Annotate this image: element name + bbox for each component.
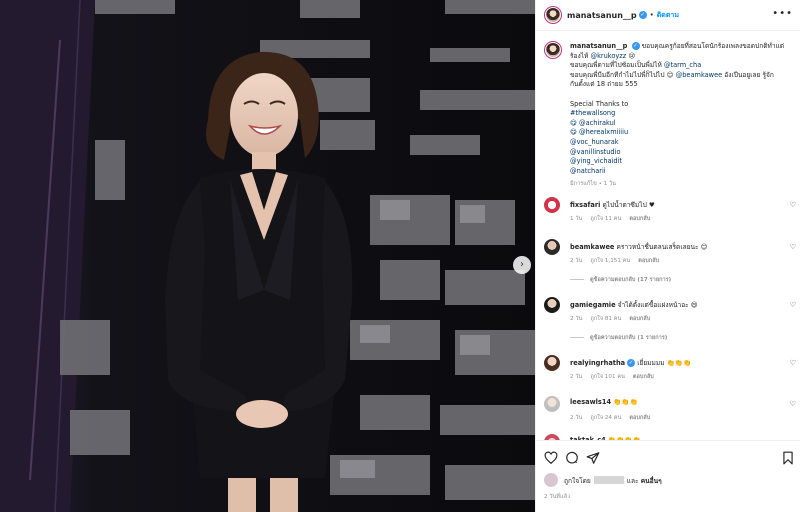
comment-time: 2 วัน [570, 316, 583, 322]
likes-prefix: ถูกใจโดย [564, 476, 591, 485]
mention-link[interactable]: @voc_hunarak [570, 138, 792, 148]
caption-line-4: ขอบคุณพี่บีมอีกทีกำไม่ไปพี่ก็ไปไป [570, 70, 667, 79]
comment-time: 2 วัน [570, 258, 583, 264]
follow-button[interactable]: ติดตาม [657, 10, 679, 21]
caption-line-3: ขอบคุณพี่ตามที่ไปซ้อมเป็นพี่ม่ไห้ [570, 61, 664, 70]
heart-icon[interactable]: ♡ [790, 400, 796, 408]
comment-text: 👏👏👏 [611, 398, 638, 406]
hashtag-link[interactable]: #thewallsong [570, 109, 792, 119]
mention-link[interactable]: @krukoyzz [590, 52, 626, 60]
post-side-panel: manatsanun__p ✓ • ติดตาม ••• manatsanun_… [535, 0, 800, 512]
header-username[interactable]: manatsanun__p [567, 11, 637, 20]
post-date: 2 วันที่แล้ว [544, 494, 571, 500]
mention-link[interactable]: @ying_vichaidit [570, 157, 792, 167]
comment-username[interactable]: realyingrhatha [570, 359, 625, 367]
view-replies-button[interactable]: ดูข้อความตอบกลับ (17 รายการ) [570, 276, 671, 284]
avatar[interactable] [544, 6, 562, 24]
caption-timestamp: มีการแก้ไข • 1 วัน [570, 181, 617, 188]
comment-text: จำได้ตั้งแต่ขื้อแผ่งหน้าอะ 😄 [615, 301, 698, 309]
send-icon[interactable] [586, 451, 600, 465]
bookmark-icon[interactable] [781, 451, 795, 465]
caption-line-4-tail: อังเปีนอยูเลย รู้จัก [722, 70, 774, 79]
carousel-next-button[interactable]: › [513, 256, 531, 274]
comment-username[interactable]: leesawls14 [570, 398, 611, 406]
chevron-right-icon: › [520, 259, 524, 270]
avatar[interactable] [544, 297, 560, 313]
comment-like-count[interactable]: ถูกใจ 11 คน [590, 216, 621, 222]
caption-line-1: ขอบคุณครูก้อยที่สอนโดนักร้องเพลงขอดปกติท… [641, 42, 785, 50]
comment-username[interactable]: gamiegamie [570, 301, 616, 309]
comment-text: ดูไปน้ำตาซึมไป ♥ [600, 201, 655, 209]
comments-scroll-area[interactable]: manatsanun__p ✓ ขอบคุณครูก้อยที่สอนโดนัก… [536, 31, 800, 440]
reply-button[interactable]: ตอบกลับ [638, 258, 659, 264]
comment-time: 2 วัน [570, 374, 583, 380]
comment-icon[interactable] [565, 451, 579, 465]
reply-button[interactable]: ตอบกลับ [629, 415, 650, 421]
comment-time: 1 วัน [570, 216, 583, 222]
caption-avatar[interactable] [544, 41, 562, 59]
mention-link[interactable]: 😋 @achirakul [570, 119, 792, 129]
verified-badge-icon: ✓ [638, 11, 647, 19]
heart-icon[interactable]: ♡ [790, 359, 796, 367]
heart-icon[interactable]: ♡ [790, 243, 796, 251]
heart-icon[interactable]: ♡ [790, 201, 796, 209]
caption-username[interactable]: manatsanun__p [570, 42, 627, 50]
mention-link[interactable]: @natcharii [570, 167, 792, 177]
likes-and: และ [626, 476, 639, 485]
comment-text: เยี่ยมมมม 👏👏👏 [635, 359, 692, 367]
separator-dot: • [649, 11, 654, 19]
likes-others[interactable]: คนอื่นๆ [641, 475, 662, 486]
comment-text: คราวหน้าชื่นตลนเสร็ดเลยนะ 😊 [614, 243, 708, 251]
comment-like-count[interactable]: ถูกใจ 81 คน [590, 316, 621, 322]
verified-badge-icon: ✓ [631, 42, 640, 50]
instagram-post: › manatsanun__p ✓ • ติดตาม ••• manatsanu… [0, 0, 800, 512]
caption-body: manatsanun__p ✓ ขอบคุณครูก้อยที่สอนโดนัก… [570, 42, 792, 190]
reply-button[interactable]: ตอบกลับ [629, 316, 650, 322]
photo-illustration [0, 0, 535, 512]
heart-icon[interactable] [544, 451, 558, 465]
comment-username[interactable]: beamkawee [570, 243, 614, 251]
caption-special-thanks: Special Thanks to [570, 99, 629, 108]
likes-summary[interactable]: ถูกใจโดย และ คนอื่นๆ [544, 473, 662, 487]
caption-line-2: ร้องไห้ [570, 51, 591, 60]
comment-like-count[interactable]: ถูกใจ 1,151 คน [590, 258, 630, 264]
heart-icon[interactable]: ♡ [790, 301, 796, 309]
post-photo[interactable]: › [0, 0, 535, 512]
mention-link[interactable]: @vanillinstudio [570, 148, 792, 158]
avatar [544, 473, 558, 487]
avatar[interactable] [544, 396, 560, 412]
reply-button[interactable]: ตอบกลับ [629, 216, 650, 222]
reply-button[interactable]: ตอบกลับ [633, 374, 654, 380]
caption-line-5: กันตั้งแต่ 18 ถ่ายม 555 [570, 80, 638, 89]
blurred-username [593, 476, 624, 484]
post-header: manatsanun__p ✓ • ติดตาม ••• [536, 0, 800, 31]
post-actions: ถูกใจโดย และ คนอื่นๆ 2 วันที่แล้ว [536, 440, 800, 512]
view-replies-button[interactable]: ดูข้อความตอบกลับ (1 รายการ) [570, 334, 667, 342]
mention-link[interactable]: 😋 @herealxmiiiiu [570, 128, 792, 138]
comment-username[interactable]: fixsafari [570, 201, 600, 209]
comment-time: 2 วัน [570, 415, 583, 421]
comment-like-count[interactable]: ถูกใจ 101 คน [590, 374, 625, 380]
avatar[interactable] [544, 239, 560, 255]
comment-like-count[interactable]: ถูกใจ 24 คน [590, 415, 621, 421]
mention-link[interactable]: @tarm_cha [664, 61, 701, 69]
verified-badge-icon: ✓ [627, 359, 636, 367]
avatar[interactable] [544, 355, 560, 371]
more-horizontal-icon[interactable]: ••• [772, 9, 793, 19]
mention-link[interactable]: @beamkawee [676, 71, 723, 79]
avatar[interactable] [544, 197, 560, 213]
